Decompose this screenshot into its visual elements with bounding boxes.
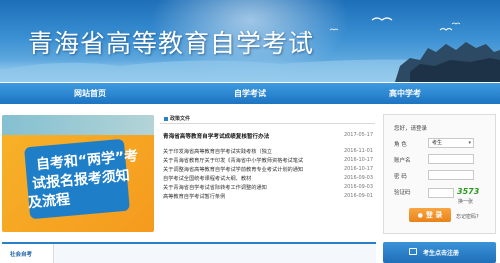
register-button-label: 考生点击注册	[423, 250, 460, 257]
section-bar: 社会自考	[2, 242, 376, 263]
tab-social-self-study[interactable]: 社会自考	[2, 244, 54, 263]
news-item-date: 2016-10-17	[343, 157, 373, 163]
captcha-input[interactable]	[428, 188, 454, 198]
promo-banner[interactable]: 自考和“两学”考 试报名报考须知 及流程	[2, 115, 154, 232]
login-greeting: 您好，请登录	[394, 126, 428, 132]
news-item[interactable]: 关于青海省教育厅关于印发《青海省中小学教师资格考试笔试 2016-10-17	[163, 157, 375, 166]
news-item-title[interactable]: 关于青海省教育厅关于印发《青海省中小学教师资格考试笔试	[163, 157, 335, 164]
account-input[interactable]	[428, 154, 474, 164]
news-item-title[interactable]: 关于调整海省高等教育自学考试学前教育专业考试计划的通知	[163, 166, 335, 173]
password-label: 密 码	[394, 174, 407, 180]
captcha-image[interactable]: 3573	[457, 187, 479, 196]
forgot-password-link[interactable]: 忘记密码?	[456, 213, 479, 220]
promo-strip	[2, 115, 154, 135]
news-header: 政策文件	[160, 114, 375, 124]
news-item[interactable]: 自学考试全国统考课程考试大纲、教材 2016-09-03	[163, 175, 375, 184]
news-item-title[interactable]: 高等教育自学考试暂行条例	[163, 193, 335, 200]
news-item[interactable]: 青海省高等教育自学考试成绩复核暂行办法 2017-05-17	[163, 132, 375, 141]
news-item-date: 2016-09-01	[343, 193, 373, 199]
news-panel: 政策文件 青海省高等教育自学考试成绩复核暂行办法 2017-05-17 关于印发…	[160, 114, 375, 234]
news-item[interactable]: 关于印发海省高等教育自学考试实践考核（独立 2016-11-01	[163, 148, 375, 157]
news-item-date: 2016-09-03	[343, 184, 373, 190]
password-input[interactable]	[428, 170, 474, 180]
news-item-date: 2016-10-17	[343, 166, 373, 172]
news-item[interactable]: 关于调整海省高等教育自学考试学前教育专业考试计划的通知 2016-10-17	[163, 166, 375, 175]
site-title: 青海省高等教育自学考试	[28, 29, 315, 58]
news-item-date: 2016-11-01	[343, 148, 373, 154]
news-item-date: 2017-05-17	[343, 132, 373, 138]
chevron-down-icon: ▾	[468, 140, 471, 146]
news-item-title[interactable]: 关于印发海省高等教育自学考试实践考核（独立	[163, 148, 335, 155]
login-button[interactable]: ● 登 录	[409, 208, 451, 222]
news-item-date: 2016-09-03	[343, 175, 373, 181]
news-tab-icon	[164, 117, 168, 121]
nav-item-self-study-exam[interactable]: 自学考试	[215, 83, 285, 104]
news-tab-policy[interactable]: 政策文件	[170, 115, 190, 122]
captcha-refresh-link[interactable]: 换一张	[458, 198, 473, 205]
register-icon	[409, 248, 417, 255]
nav-item-high-school-exam[interactable]: 高中学考	[370, 83, 440, 104]
section-bar-label: 社会自考	[10, 252, 33, 258]
login-panel: 您好，请登录 角 色 考生 ▾ 账户名 密 码 验证码 3573 换一张 ● 登 …	[383, 114, 496, 234]
role-select-value: 考生	[432, 140, 443, 146]
site-banner: 青海省高等教育自学考试	[0, 0, 500, 82]
news-item-title[interactable]: 青海省高等教育自学考试成绩复核暂行办法	[163, 132, 335, 140]
role-select[interactable]: 考生 ▾	[428, 138, 474, 148]
account-label: 账户名	[394, 158, 411, 164]
news-item[interactable]: 高等教育自学考试暂行条例 2016-09-01	[163, 193, 375, 202]
main-nav: 网站首页 自学考试 高中学考	[0, 83, 500, 104]
user-icon: ●	[417, 212, 423, 219]
role-label: 角 色	[394, 142, 407, 148]
login-button-label: 登 录	[425, 211, 443, 219]
register-button[interactable]: 考生点击注册	[383, 242, 496, 263]
nav-item-home[interactable]: 网站首页	[55, 83, 125, 104]
captcha-label: 验证码	[394, 190, 411, 196]
news-item-title[interactable]: 关于青海省自学考试省际转考工作调整的通知	[163, 184, 335, 191]
news-item[interactable]: 关于青海省自学考试省际转考工作调整的通知 2016-09-03	[163, 184, 375, 193]
news-item-title[interactable]: 自学考试全国统考课程考试大纲、教材	[163, 175, 335, 182]
